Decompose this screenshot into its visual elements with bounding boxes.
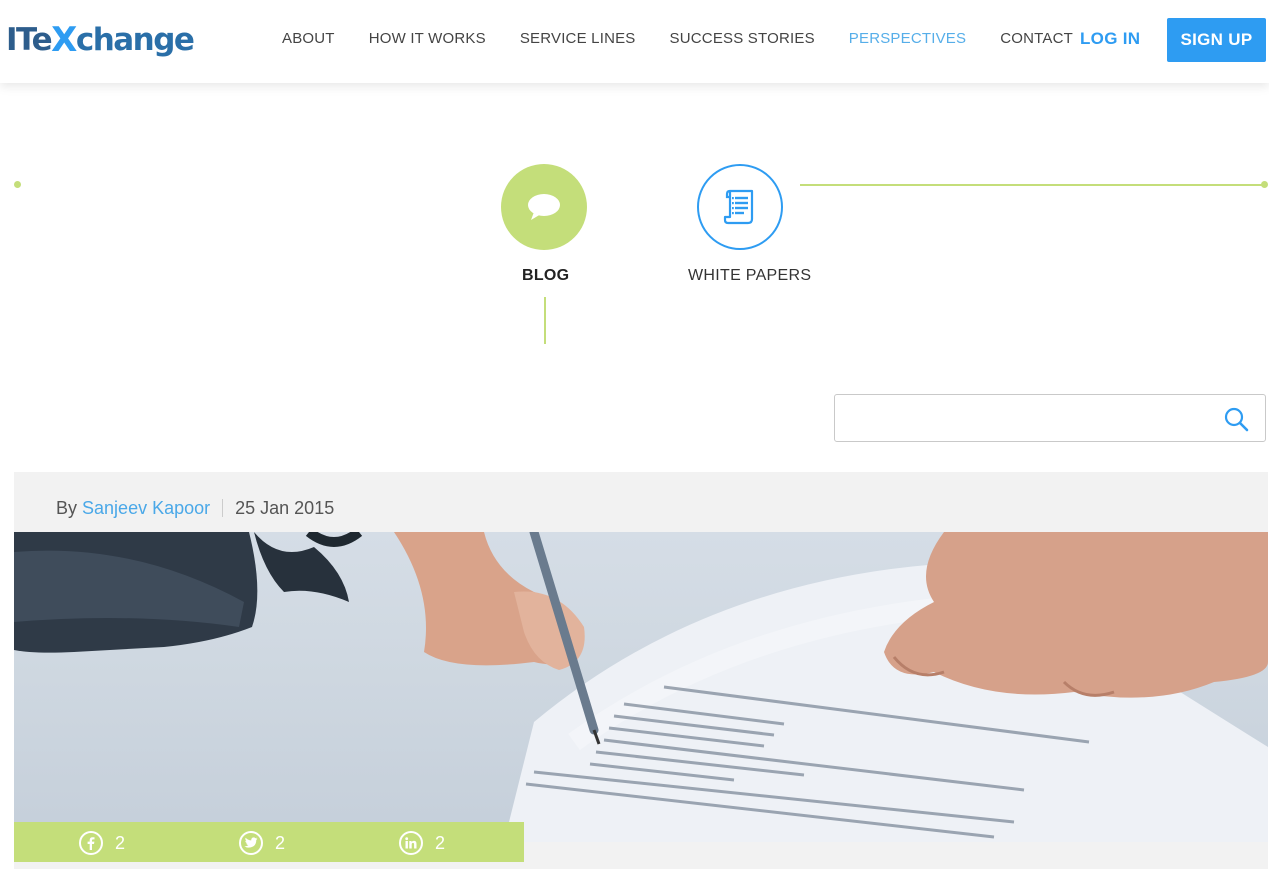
twitter-share-count: 2: [275, 832, 286, 853]
logo-text-part1: ITe: [6, 22, 53, 58]
active-tab-indicator: [544, 297, 546, 344]
byline-prefix: By: [56, 498, 78, 518]
main-nav: ABOUT HOW IT WORKS SERVICE LINES SUCCESS…: [282, 30, 1107, 47]
linkedin-share-count: 2: [435, 832, 446, 853]
nav-about[interactable]: ABOUT: [282, 30, 335, 47]
facebook-share-count: 2: [115, 832, 126, 853]
share-facebook[interactable]: 2: [79, 831, 125, 855]
timeline-dot-right: [1261, 181, 1268, 188]
nav-perspectives[interactable]: PERSPECTIVES: [849, 30, 966, 47]
tab-white-papers[interactable]: [697, 164, 783, 250]
site-header: ITe Xchange ABOUT HOW IT WORKS SERVICE LI…: [0, 0, 1269, 83]
document-scroll-icon: [723, 189, 754, 225]
timeline-line-right: [800, 184, 1265, 186]
tab-blog-label[interactable]: BLOG: [522, 267, 569, 285]
nav-contact[interactable]: CONTACT: [1000, 30, 1073, 47]
share-twitter[interactable]: 2: [239, 831, 285, 855]
speech-bubble-icon: [528, 194, 560, 220]
share-bar: 2 2 2: [14, 822, 524, 862]
search-box: [834, 394, 1266, 442]
tab-blog[interactable]: [501, 164, 587, 250]
post-byline: By Sanjeev Kapoor 25 Jan 2015: [56, 498, 334, 519]
nav-service-lines[interactable]: SERVICE LINES: [520, 30, 636, 47]
post-image-illustration: [14, 532, 1268, 842]
nav-success-stories[interactable]: SUCCESS STORIES: [670, 30, 815, 47]
tab-white-papers-label[interactable]: WHITE PAPERS: [688, 267, 811, 285]
post-date: 25 Jan 2015: [235, 498, 335, 518]
itexchange-logo[interactable]: ITe Xchange: [6, 20, 195, 60]
search-icon[interactable]: [1223, 406, 1249, 432]
signup-button[interactable]: SIGN UP: [1167, 18, 1266, 62]
logo-text-x: X: [51, 20, 77, 60]
linkedin-icon: [399, 831, 423, 855]
twitter-icon: [239, 831, 263, 855]
nav-how-it-works[interactable]: HOW IT WORKS: [369, 30, 486, 47]
logo-text-part2: change: [75, 22, 195, 58]
facebook-icon: [79, 831, 103, 855]
share-linkedin[interactable]: 2: [399, 831, 445, 855]
author-link[interactable]: Sanjeev Kapoor: [82, 498, 210, 518]
byline-divider: [222, 499, 224, 517]
post-image[interactable]: [14, 532, 1268, 842]
search-input[interactable]: [835, 395, 1215, 441]
blog-post-card: By Sanjeev Kapoor 25 Jan 2015 2 2 2: [14, 472, 1268, 869]
timeline-dot-left: [14, 181, 21, 188]
login-link[interactable]: LOG IN: [1080, 29, 1140, 49]
